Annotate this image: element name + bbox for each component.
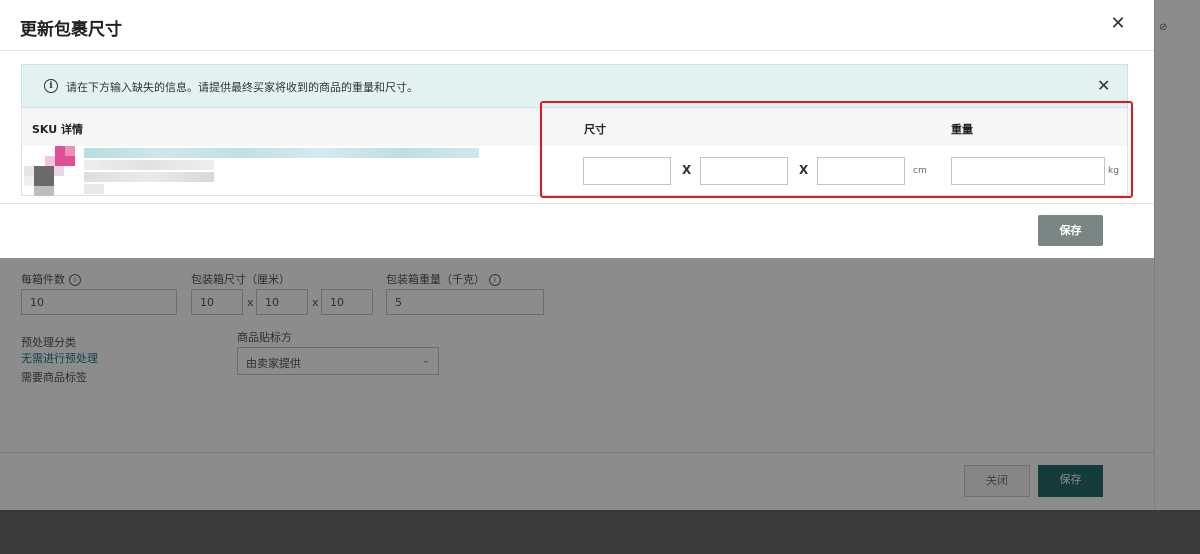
banner-text: 请在下方输入缺失的信息。请提供最终买家将收到的商品的重量和尺寸。 [66, 81, 418, 94]
close-icon[interactable]: ✕ [1097, 76, 1110, 95]
highlight-box [540, 101, 1133, 198]
info-icon: i [44, 79, 58, 93]
modal-title: 更新包裹尺寸 [20, 20, 122, 40]
save-button[interactable]: 保存 [1038, 215, 1103, 246]
column-header-sku: SKU 详情 [32, 123, 84, 136]
modal-header: 更新包裹尺寸 ✕ [0, 0, 1154, 51]
divider [0, 203, 1154, 204]
product-thumbnail [21, 146, 75, 196]
update-package-dimensions-modal: 更新包裹尺寸 ✕ i 请在下方输入缺失的信息。请提供最终买家将收到的商品的重量和… [0, 0, 1154, 258]
page-footer [0, 510, 1200, 554]
close-icon[interactable]: ✕ [1108, 14, 1128, 34]
